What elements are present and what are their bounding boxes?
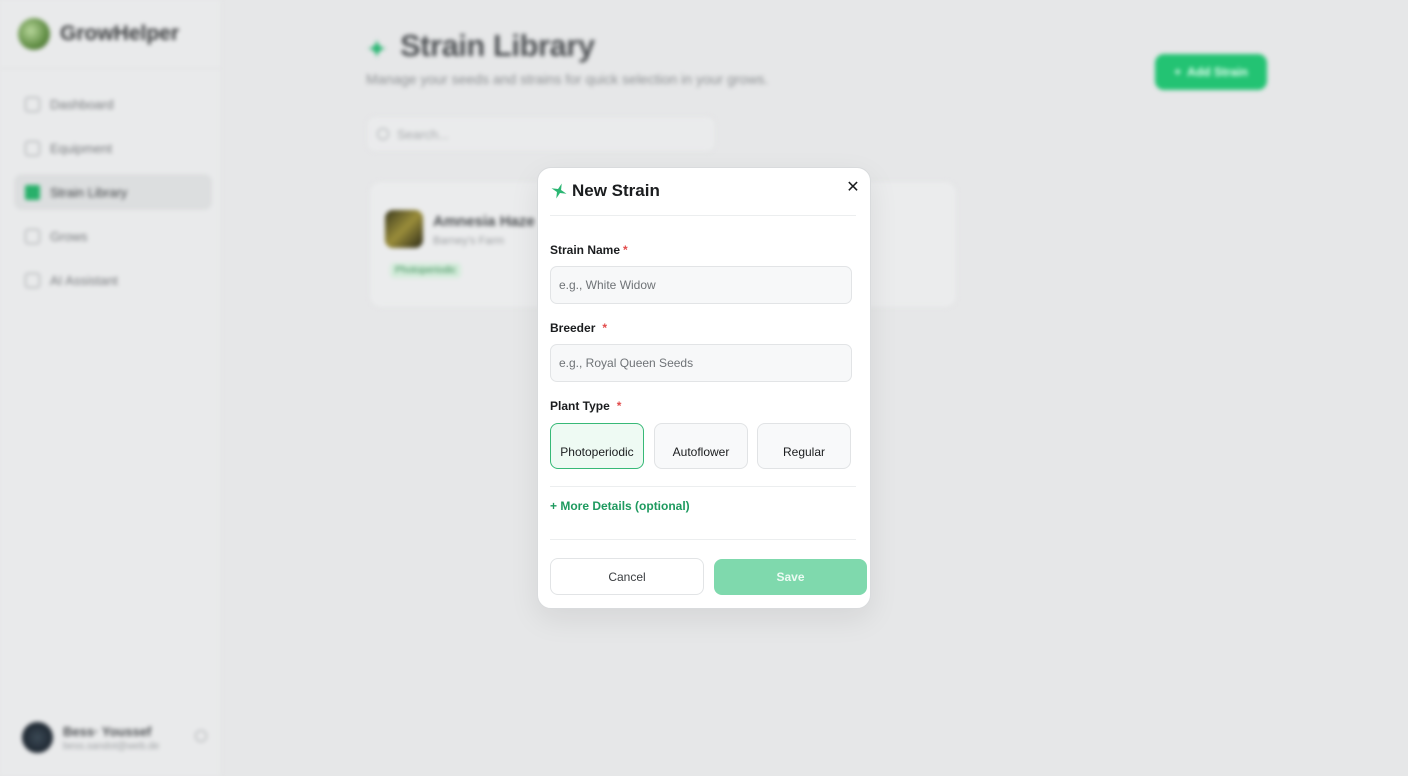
chat-icon: [25, 272, 40, 288]
cancel-button[interactable]: Cancel: [550, 558, 704, 595]
search-icon: [377, 128, 389, 140]
sidebar-item-label: Dashboard: [50, 96, 114, 112]
leaf-icon: ✦: [366, 34, 388, 64]
strain-type-badge: Photoperiodic: [390, 263, 462, 278]
user-name: Bess· Youssef: [63, 723, 152, 739]
add-strain-label: Add Strain: [1187, 65, 1248, 79]
sparkle-leaf-icon: [551, 183, 567, 199]
plant-type-option-label: Regular: [782, 445, 826, 459]
modal-header-divider: [550, 215, 856, 216]
avatar: [22, 722, 53, 753]
strain-image: [385, 210, 423, 248]
save-button-label: Save: [776, 570, 805, 584]
search-placeholder: Search...: [397, 126, 450, 142]
sprout-icon: [25, 228, 40, 244]
brand[interactable]: GrowHelper: [18, 18, 179, 50]
brand-logo-icon: [18, 18, 50, 50]
leaf-icon: [25, 184, 40, 200]
strain-name-label-text: Strain Name: [550, 243, 621, 257]
sidebar-divider: [0, 68, 222, 69]
strain-name-label: Strain Name *: [550, 243, 628, 257]
plant-type-label: Plant Type *: [550, 399, 621, 413]
sidebar-item-grows[interactable]: Grows: [14, 218, 212, 254]
plant-type-option-regular[interactable]: Regular: [757, 423, 851, 469]
breeder-label: Breeder *: [550, 321, 607, 335]
plus-icon: +: [1174, 65, 1182, 79]
sidebar-item-label: AI Assistant: [50, 272, 118, 288]
sidebar-item-label: Grows: [50, 228, 88, 244]
save-button[interactable]: Save: [714, 559, 867, 595]
section-divider: [550, 486, 856, 487]
sidebar-item-dashboard[interactable]: Dashboard: [14, 86, 212, 122]
new-strain-modal: New Strain ✕ Strain Name* Breeder* Plant…: [537, 167, 871, 609]
add-strain-button[interactable]: + Add Strain: [1155, 54, 1267, 90]
plant-type-option-photoperiodic[interactable]: Photoperiodic: [550, 423, 644, 469]
sidebar: GrowHelper Dashboard Equipment Strain Li…: [0, 0, 222, 776]
plant-type-option-label: Photoperiodic: [560, 445, 634, 459]
modal-title: New Strain: [572, 181, 660, 200]
plant-type-option-label: Autoflower: [672, 445, 730, 459]
search-input[interactable]: Search...: [366, 116, 716, 152]
breeder-input[interactable]: [550, 344, 852, 382]
footer-divider: [550, 539, 856, 540]
required-marker: *: [602, 321, 608, 335]
plant-type-label-text: Plant Type: [550, 399, 610, 413]
page-title: Strain Library: [400, 28, 595, 63]
sidebar-item-equipment[interactable]: Equipment: [14, 130, 212, 166]
sidebar-item-strain-library[interactable]: Strain Library: [14, 174, 212, 210]
grid-icon: [25, 96, 40, 112]
sidebar-item-label: Strain Library: [50, 184, 128, 200]
user-profile[interactable]: Bess· Youssef bess.sandot@web.de: [22, 722, 207, 753]
more-details-link[interactable]: + More Details (optional): [550, 499, 690, 513]
strain-name-input[interactable]: [550, 266, 852, 304]
brand-name: GrowHelper: [60, 22, 180, 45]
plant-type-option-autoflower[interactable]: Autoflower: [654, 423, 748, 469]
box-icon: [25, 140, 40, 156]
breeder-label-text: Breeder: [550, 321, 596, 335]
close-icon: ✕: [846, 179, 860, 196]
gear-icon[interactable]: [195, 730, 207, 742]
cancel-button-label: Cancel: [608, 569, 646, 584]
close-button[interactable]: ✕: [844, 178, 862, 196]
sidebar-item-ai-assistant[interactable]: AI Assistant: [14, 262, 212, 298]
required-marker: *: [616, 399, 622, 413]
strain-card-breeder: Barney's Farm: [433, 235, 505, 247]
strain-card-name: Amnesia Haze: [433, 213, 535, 230]
user-email: bess.sandot@web.de: [63, 740, 160, 752]
page-subtitle: Manage your seeds and strains for quick …: [366, 71, 769, 87]
required-marker: *: [623, 243, 628, 257]
sidebar-nav: Dashboard Equipment Strain Library Grows…: [14, 86, 212, 306]
sidebar-item-label: Equipment: [50, 140, 113, 156]
